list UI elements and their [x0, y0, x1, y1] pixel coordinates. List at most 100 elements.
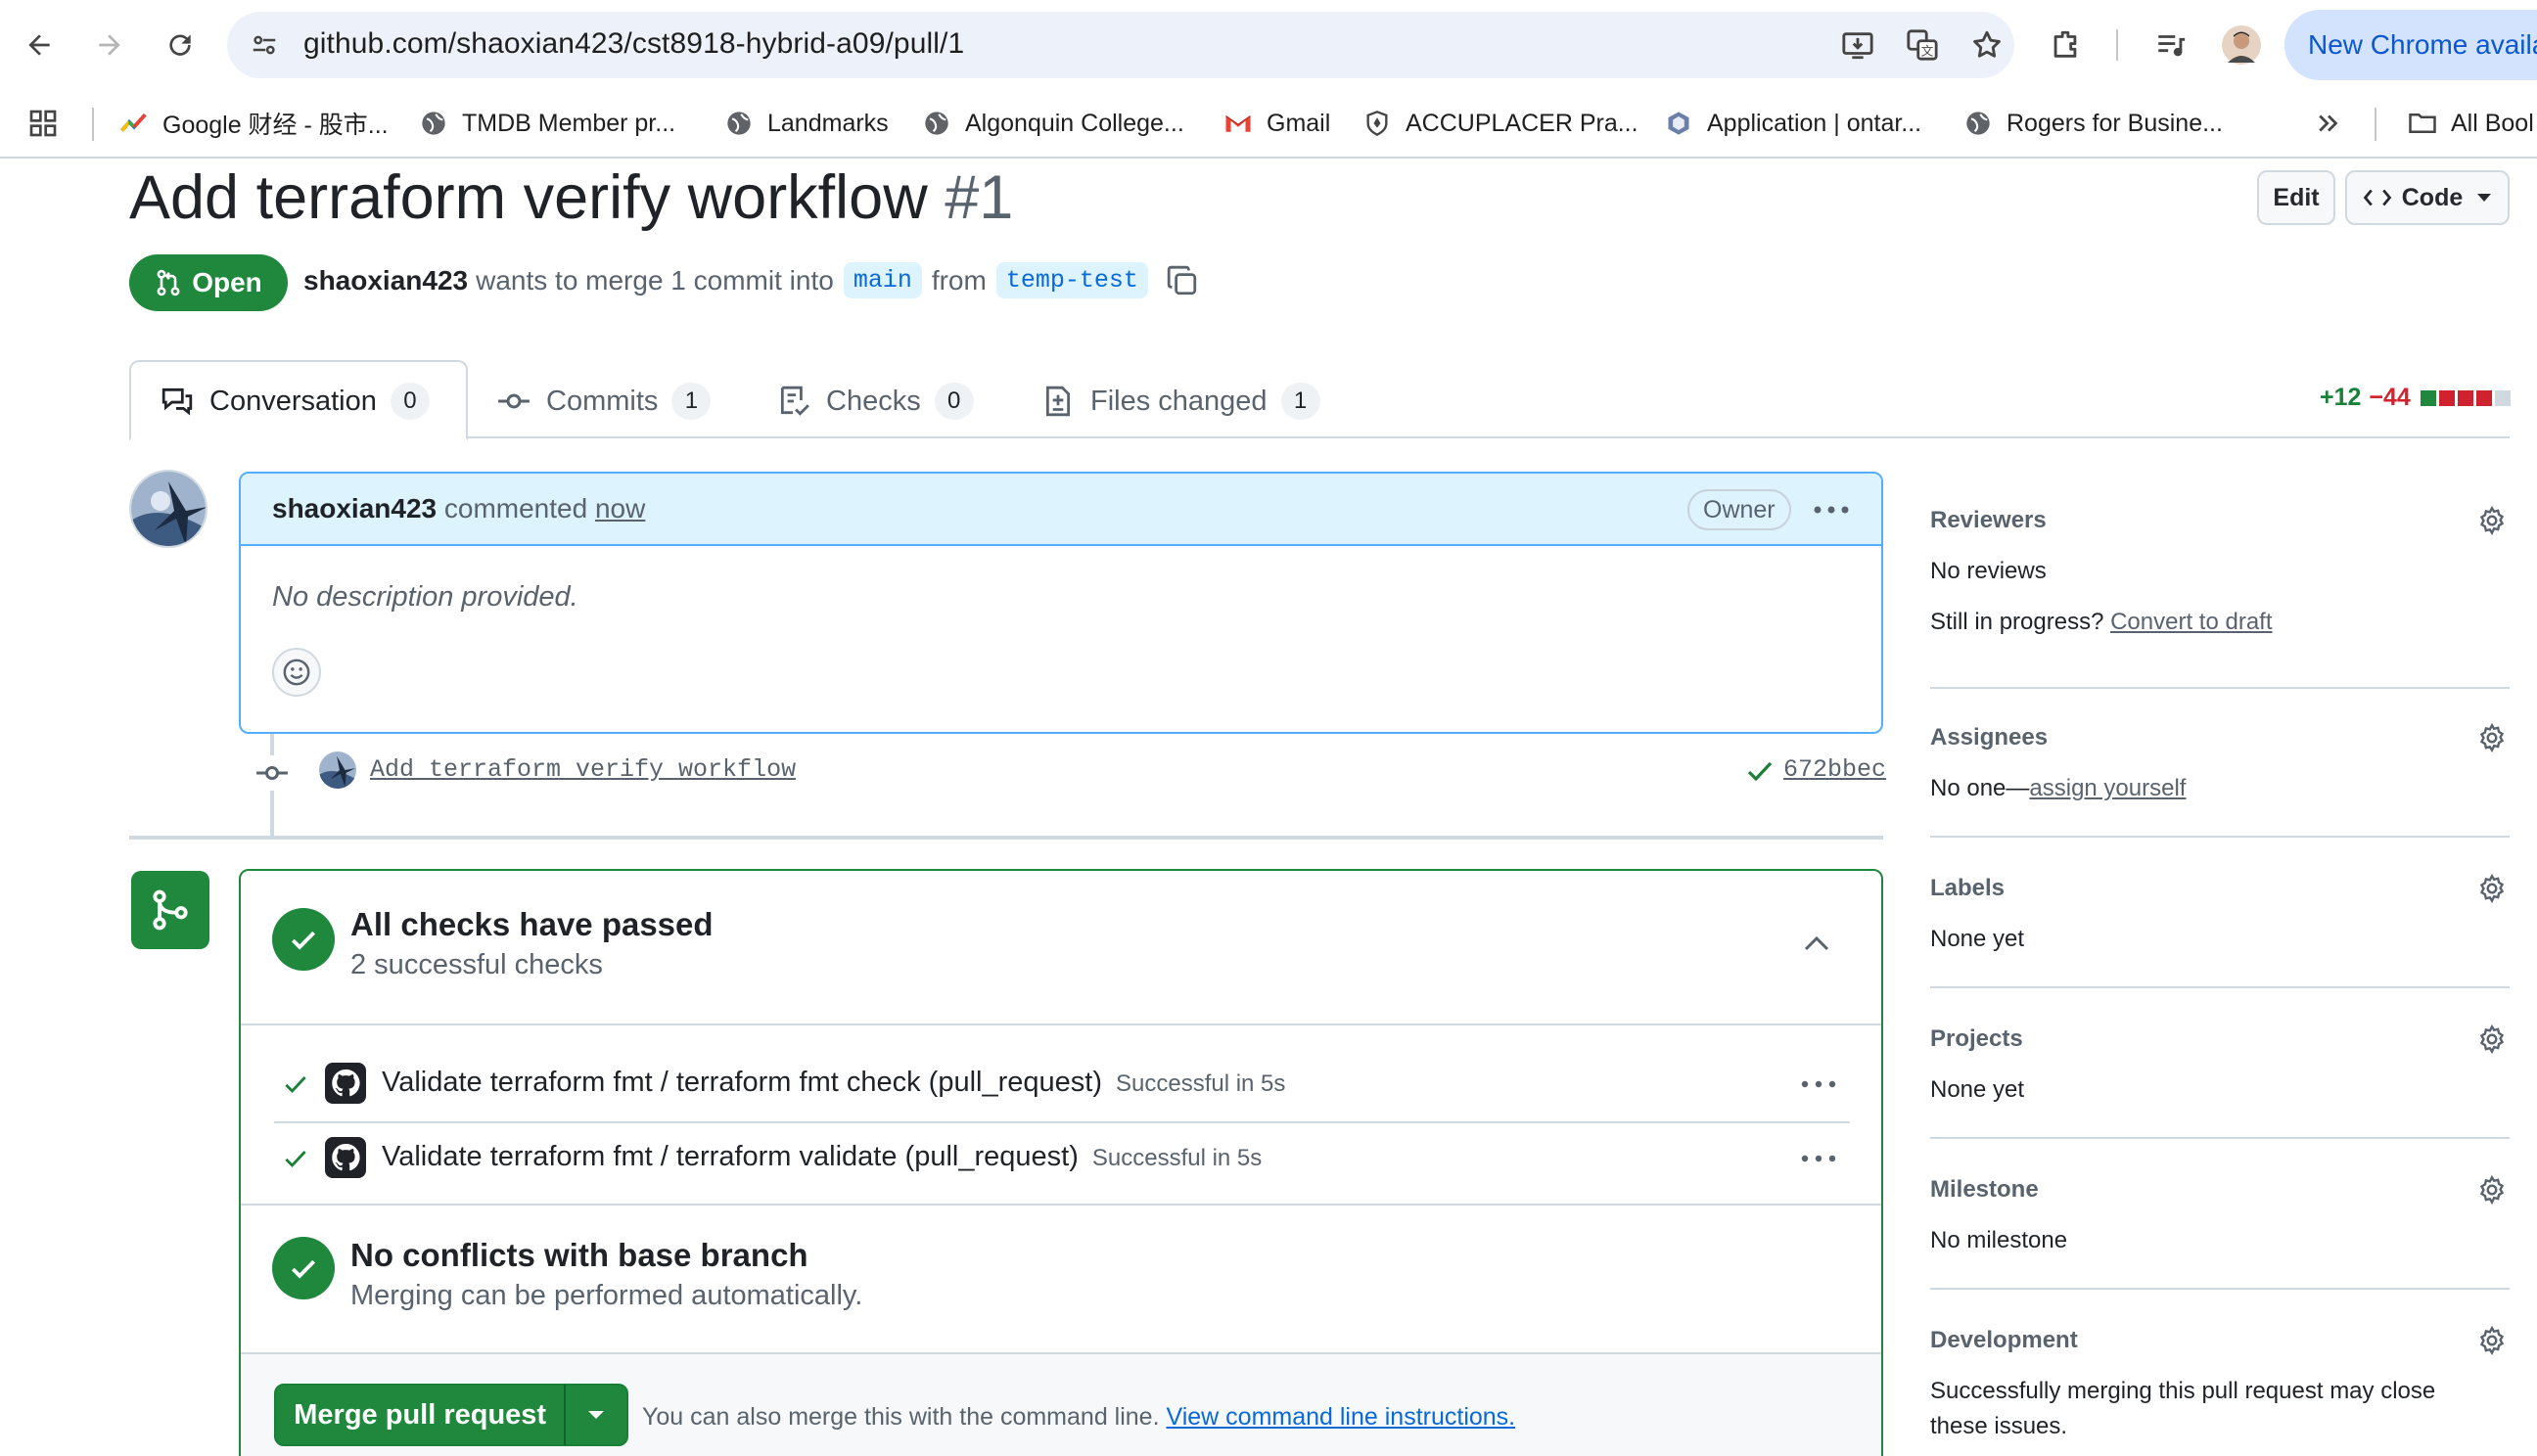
diffstat: +12 −44: [2320, 384, 2514, 412]
commit-author-avatar[interactable]: [319, 751, 356, 789]
url-text[interactable]: github.com/shaoxian423/cst8918-hybrid-a0…: [303, 27, 964, 61]
file-diff-icon: [1045, 386, 1071, 417]
tab-checks[interactable]: Checks 0: [777, 380, 974, 423]
check-icon[interactable]: [1744, 755, 1776, 787]
base-branch-label[interactable]: main: [843, 262, 922, 298]
gear-icon[interactable]: [2474, 720, 2510, 755]
comment-author-link[interactable]: shaoxian423: [272, 493, 437, 523]
address-bar[interactable]: github.com/shaoxian423/cst8918-hybrid-a0…: [227, 12, 2014, 78]
bookmark-rogers[interactable]: Rogers for Busine...: [1963, 102, 2223, 145]
sidebar-reviewers-title: Reviewers: [1930, 507, 2047, 533]
gmail-icon: [1223, 109, 1253, 138]
pr-number: #1: [945, 163, 1014, 232]
check-circle-icon: [272, 908, 335, 971]
gear-icon[interactable]: [2474, 503, 2510, 538]
check-circle-icon: [272, 1237, 335, 1299]
merge-pull-request-button[interactable]: Merge pull request: [274, 1384, 628, 1446]
checks-subtitle: 2 successful checks: [350, 949, 603, 980]
checklist-icon: [780, 386, 809, 416]
kebab-menu-icon[interactable]: [1807, 493, 1856, 526]
gear-icon[interactable]: [2474, 1323, 2510, 1358]
bookmark-tmdb[interactable]: TMDB Member pr...: [419, 102, 675, 145]
add-reaction-smiley-icon[interactable]: [272, 648, 321, 697]
sidebar-milestone-value: No milestone: [1930, 1227, 2068, 1253]
comment-time-link[interactable]: now: [595, 493, 645, 523]
convert-to-draft-link[interactable]: Convert to draft: [2110, 609, 2272, 635]
bookmarks-bar: Google 财经 - 股市... TMDB Member pr... Land…: [0, 90, 2537, 159]
diffstat-block: [2438, 389, 2455, 406]
media-queue-icon[interactable]: [2147, 22, 2194, 68]
sidebar-divider: [1930, 1288, 2510, 1290]
comment-header: shaoxian423 commented now Owner: [241, 474, 1881, 546]
commit-message-link[interactable]: Add terraform verify workflow: [370, 755, 796, 784]
head-branch-label[interactable]: temp-test: [995, 262, 1148, 298]
profile-avatar[interactable]: [2218, 22, 2265, 68]
commit-sha-link[interactable]: 672bbec: [1783, 755, 1886, 784]
reload-icon[interactable]: [157, 22, 204, 68]
tab-conversation[interactable]: Conversation 0: [161, 380, 430, 423]
checks-title: All checks have passed: [350, 906, 714, 942]
conflicts-title: No conflicts with base branch: [350, 1237, 808, 1273]
bookmark-google-finance[interactable]: Google 财经 - 股市...: [119, 102, 389, 145]
bookmark-star-icon[interactable]: [1967, 25, 2007, 65]
shield-icon: [1362, 109, 1392, 138]
comment-discussion-icon: [161, 387, 193, 416]
assign-yourself-link[interactable]: assign yourself: [2029, 775, 2186, 801]
kebab-menu-icon[interactable]: [1799, 1070, 1838, 1098]
command-line-instructions-link[interactable]: View command line instructions.: [1166, 1403, 1515, 1431]
avatar[interactable]: [129, 470, 208, 548]
gear-icon[interactable]: [2474, 871, 2510, 906]
back-arrow-icon[interactable]: [16, 22, 63, 68]
check-row[interactable]: Validate terraform fmt / terraform fmt c…: [274, 1049, 1850, 1119]
code-dropdown-button[interactable]: Code: [2345, 170, 2510, 225]
sidebar-divider: [1930, 1137, 2510, 1139]
check-name: Validate terraform fmt / terraform valid…: [382, 1141, 1079, 1172]
check-icon: [282, 1145, 309, 1172]
gear-icon[interactable]: [2474, 1172, 2510, 1207]
comment-body: No description provided.: [272, 581, 578, 613]
check-icon: [282, 1070, 309, 1098]
caret-down-icon[interactable]: [566, 1410, 626, 1420]
git-commit-icon: [498, 393, 530, 409]
gear-icon[interactable]: [2474, 1022, 2510, 1057]
sidebar-projects-title: Projects: [1930, 1025, 2023, 1052]
merge-box: All checks have passed 2 successful chec…: [239, 869, 1883, 1456]
kebab-menu-icon[interactable]: [1799, 1145, 1838, 1172]
more-bookmarks-chevron-icon[interactable]: [2314, 102, 2343, 145]
apps-grid-icon[interactable]: [27, 102, 59, 145]
translate-icon[interactable]: 文: [1903, 25, 1942, 65]
extensions-icon[interactable]: [2042, 22, 2089, 68]
owner-badge: Owner: [1687, 489, 1791, 530]
globe-icon: [1963, 109, 1993, 138]
bookmarks-divider: [2375, 108, 2376, 141]
sidebar-labels-title: Labels: [1930, 875, 2006, 901]
sidebar-divider: [1930, 836, 2510, 838]
hexagon-icon: [1664, 109, 1693, 138]
diffstat-deletions: −44: [2369, 384, 2411, 411]
edit-button[interactable]: Edit: [2257, 170, 2335, 225]
bookmark-algonquin[interactable]: Algonquin College...: [922, 102, 1184, 145]
chevron-up-icon[interactable]: [1799, 926, 1834, 961]
new-chrome-available-button[interactable]: New Chrome availa: [2284, 10, 2537, 80]
bookmarks-divider: [92, 108, 94, 141]
bookmark-landmarks[interactable]: Landmarks: [724, 102, 889, 145]
bookmark-application-ontario[interactable]: Application | ontar...: [1664, 102, 1921, 145]
sidebar-divider: [1930, 687, 2510, 689]
merge-box-divider: [241, 1204, 1881, 1206]
tab-commits[interactable]: Commits 1: [497, 380, 712, 423]
forward-arrow-icon[interactable]: [86, 22, 133, 68]
pr-author-link[interactable]: shaoxian423: [303, 265, 468, 296]
check-row[interactable]: Validate terraform fmt / terraform valid…: [274, 1123, 1850, 1194]
site-info-icon[interactable]: [245, 25, 284, 65]
tabs-underline: [129, 436, 2510, 438]
check-status: Successful in 5s: [1115, 1070, 1286, 1097]
all-bookmarks-folder[interactable]: All Bool: [2408, 102, 2534, 145]
install-app-icon[interactable]: [1838, 25, 1877, 65]
comment-box: shaoxian423 commented now Owner No descr…: [239, 472, 1883, 734]
merge-footer: Merge pull request You can also merge th…: [241, 1354, 1881, 1456]
tab-files-changed[interactable]: Files changed 1: [1041, 380, 1320, 423]
copy-icon[interactable]: [1166, 264, 1199, 297]
bookmark-accuplacer[interactable]: ACCUPLACER Pra...: [1362, 102, 1638, 145]
bookmark-gmail[interactable]: Gmail: [1223, 102, 1330, 145]
check-name: Validate terraform fmt / terraform fmt c…: [382, 1067, 1102, 1098]
